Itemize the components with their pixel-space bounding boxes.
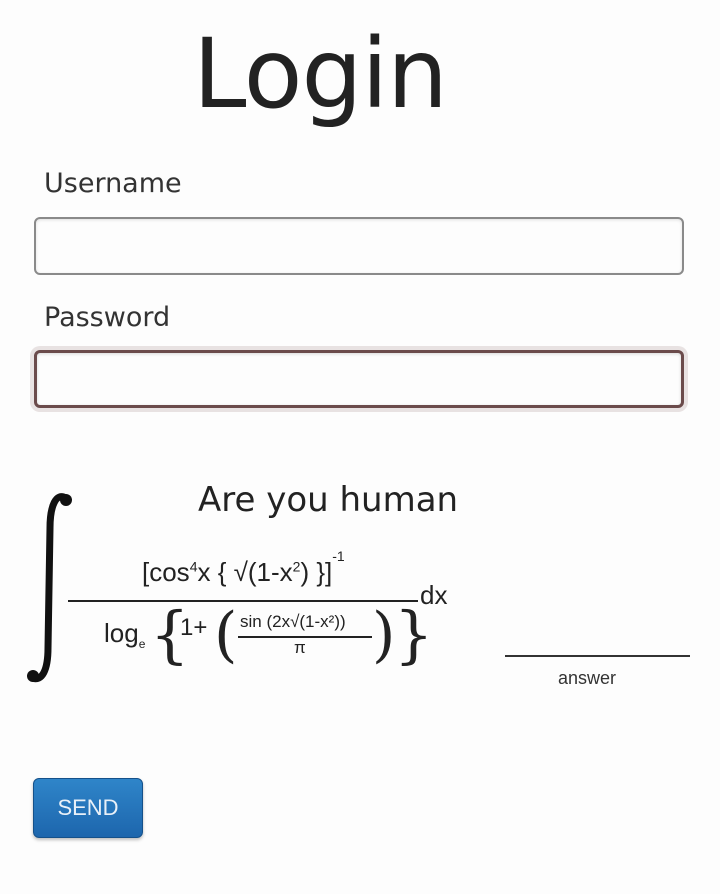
numerator-part-a: [cos	[142, 557, 190, 587]
numerator-exponent: -1	[332, 548, 345, 565]
password-label: Password	[44, 302, 171, 333]
answer-input[interactable]	[505, 628, 694, 656]
den-inner-numerator: sin (2x√(1-x²))	[240, 612, 346, 631]
den-log: loge	[104, 618, 146, 652]
page-title: Login	[193, 18, 448, 130]
integral-sign-icon	[27, 493, 72, 683]
den-open-paren: (	[214, 600, 238, 670]
captcha-prompt: Are you human	[198, 480, 459, 520]
answer-caption: answer	[558, 668, 617, 688]
den-log-base: e	[138, 637, 146, 652]
numerator-part-b: x { √(1-x	[197, 557, 293, 587]
password-field[interactable]	[34, 350, 684, 408]
username-field[interactable]	[34, 217, 684, 275]
numerator-part-c: ) }]	[300, 557, 333, 587]
den-close-brace: }	[394, 598, 434, 671]
captcha-numerator: [cos4x { √(1-x2) }]-1	[142, 548, 345, 588]
den-one-plus: 1+	[180, 614, 208, 641]
den-close-paren: )	[372, 600, 396, 670]
fraction-bar	[68, 600, 418, 602]
send-button[interactable]: SEND	[33, 778, 143, 838]
answer-underline	[505, 655, 690, 657]
den-inner-denominator: π	[294, 638, 306, 657]
username-label: Username	[44, 168, 182, 199]
